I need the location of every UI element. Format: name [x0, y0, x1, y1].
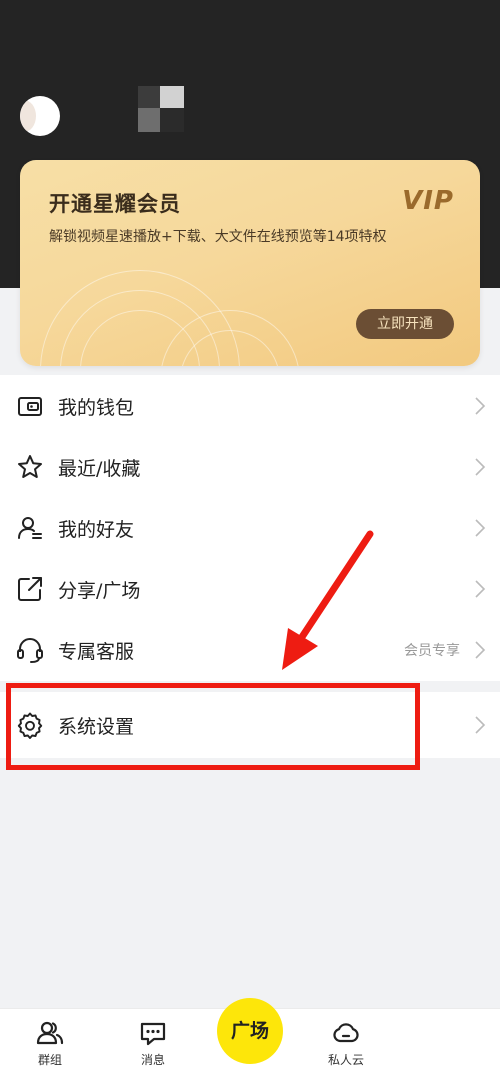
chevron-right-icon — [475, 519, 486, 537]
member-exclusive-badge: 会员专享 — [404, 643, 460, 659]
chevron-right-icon — [475, 580, 486, 598]
menu-item-share-plaza[interactable]: 分享/广场 — [0, 558, 500, 619]
username-mosaic — [160, 86, 184, 108]
nav-label: 消息 — [140, 1053, 165, 1067]
friends-icon — [18, 517, 42, 539]
chevron-right-icon — [475, 716, 486, 734]
menu-item-label: 专属客服 — [58, 641, 135, 663]
nav-messages[interactable]: 消息 — [118, 1019, 188, 1068]
menu-list: 我的钱包 最近/收藏 我的好友 分享/广场 专属客服 会员专享 — [0, 375, 500, 681]
share-icon — [18, 577, 42, 601]
headset-icon — [17, 638, 43, 663]
cloud-icon — [333, 1023, 359, 1043]
nav-label: 私人云 — [327, 1053, 364, 1067]
menu-item-label: 分享/广场 — [58, 580, 141, 602]
menu-item-recent-favorites[interactable]: 最近/收藏 — [0, 436, 500, 497]
vip-title: 开通星耀会员 — [49, 192, 181, 216]
group-icon — [36, 1021, 64, 1045]
nav-label: 群组 — [37, 1053, 62, 1067]
username-mosaic — [138, 108, 160, 132]
username-mosaic — [160, 108, 184, 132]
menu-item-label: 我的钱包 — [58, 397, 135, 419]
wallet-icon — [18, 397, 42, 416]
nav-groups[interactable]: 群组 — [15, 1019, 85, 1068]
avatar[interactable] — [20, 96, 60, 136]
menu-item-friends[interactable]: 我的好友 — [0, 497, 500, 558]
chevron-right-icon — [475, 458, 486, 476]
annotation-arrow-icon — [282, 530, 374, 670]
menu-item-customer-service[interactable]: 专属客服 会员专享 — [0, 619, 500, 680]
nav-plaza-button[interactable]: 广场 — [217, 998, 283, 1064]
message-icon — [140, 1022, 166, 1046]
menu-item-label: 最近/收藏 — [58, 458, 141, 480]
vip-logo: VIP — [402, 186, 454, 216]
menu-item-wallet[interactable]: 我的钱包 — [0, 375, 500, 436]
open-vip-button[interactable]: 立即开通 — [356, 309, 454, 339]
vip-subtitle: 解锁视频星速播放+下载、大文件在线预览等14项特权 — [49, 229, 387, 245]
menu-item-label: 我的好友 — [58, 519, 135, 541]
username-mosaic — [138, 86, 160, 108]
annotation-highlight-box — [6, 683, 420, 770]
chevron-right-icon — [475, 641, 486, 659]
nav-private-cloud[interactable]: 私人云 — [311, 1019, 381, 1068]
vip-promo-card[interactable]: 开通星耀会员 VIP 解锁视频星速播放+下载、大文件在线预览等14项特权 立即开… — [20, 160, 480, 366]
star-icon — [18, 455, 42, 478]
chevron-right-icon — [475, 397, 486, 415]
